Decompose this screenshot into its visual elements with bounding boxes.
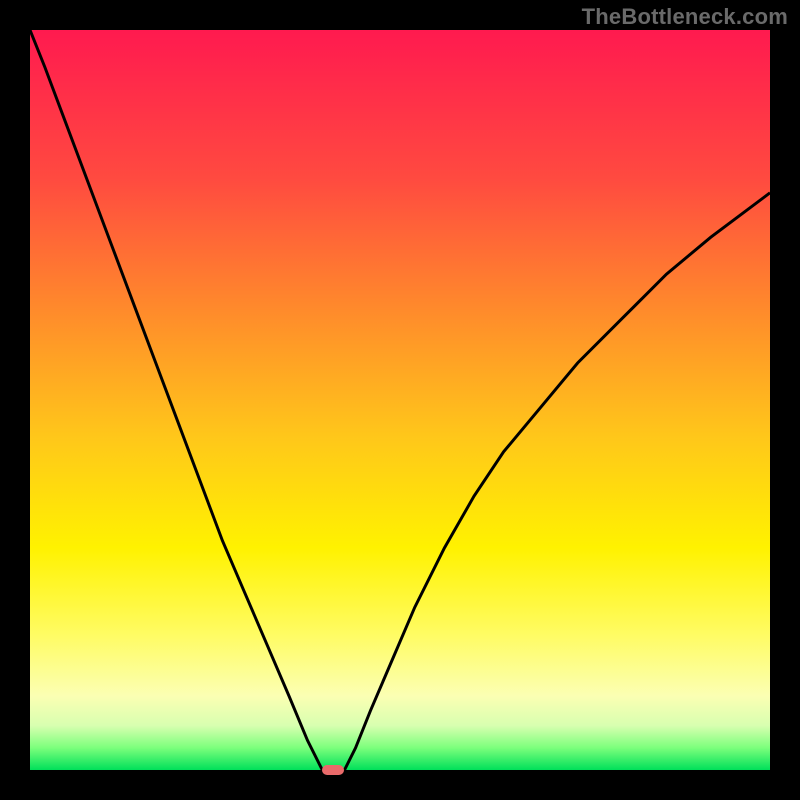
right-curve-path: [345, 193, 771, 770]
left-curve-path: [30, 30, 322, 770]
minimum-marker: [322, 765, 344, 775]
attribution-text: TheBottleneck.com: [582, 4, 788, 30]
chart-frame: TheBottleneck.com: [0, 0, 800, 800]
curves-svg: [30, 30, 770, 770]
plot-area: [30, 30, 770, 770]
